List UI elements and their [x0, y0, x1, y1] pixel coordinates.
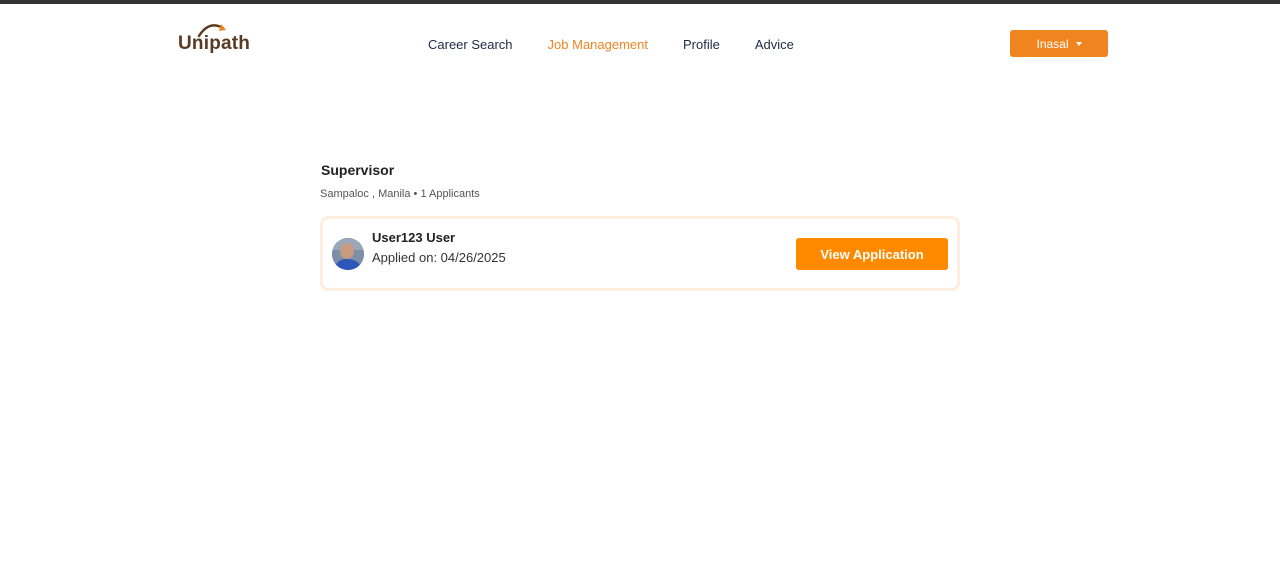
nav-profile[interactable]: Profile	[683, 37, 720, 52]
brand-logo[interactable]: Unipath	[177, 20, 252, 56]
user-avatar-icon	[332, 238, 364, 270]
applicant-name: User123 User	[372, 230, 456, 245]
caret-down-icon	[1075, 42, 1082, 46]
brand-name: Unipath	[178, 33, 251, 54]
nav-career-search[interactable]: Career Search	[428, 37, 513, 52]
applied-date: Applied on: 04/26/2025	[372, 250, 506, 265]
job-title: Supervisor	[321, 162, 395, 178]
user-menu-label: Inasal	[1036, 36, 1069, 51]
job-meta: Sampaloc , Manila • 1 Applicants	[320, 188, 480, 200]
navbar: Unipath Career Search Job Management Pro…	[0, 4, 1280, 84]
view-application-button[interactable]: View Application	[796, 238, 948, 270]
applicant-card: User123 User Applied on: 04/26/2025 View…	[320, 216, 960, 291]
main-nav: Career Search Job Management Profile Adv…	[428, 37, 794, 52]
avatar	[332, 238, 364, 270]
nav-job-management[interactable]: Job Management	[548, 37, 648, 52]
user-menu-button[interactable]: Inasal	[1010, 30, 1108, 57]
nav-advice[interactable]: Advice	[755, 37, 794, 52]
